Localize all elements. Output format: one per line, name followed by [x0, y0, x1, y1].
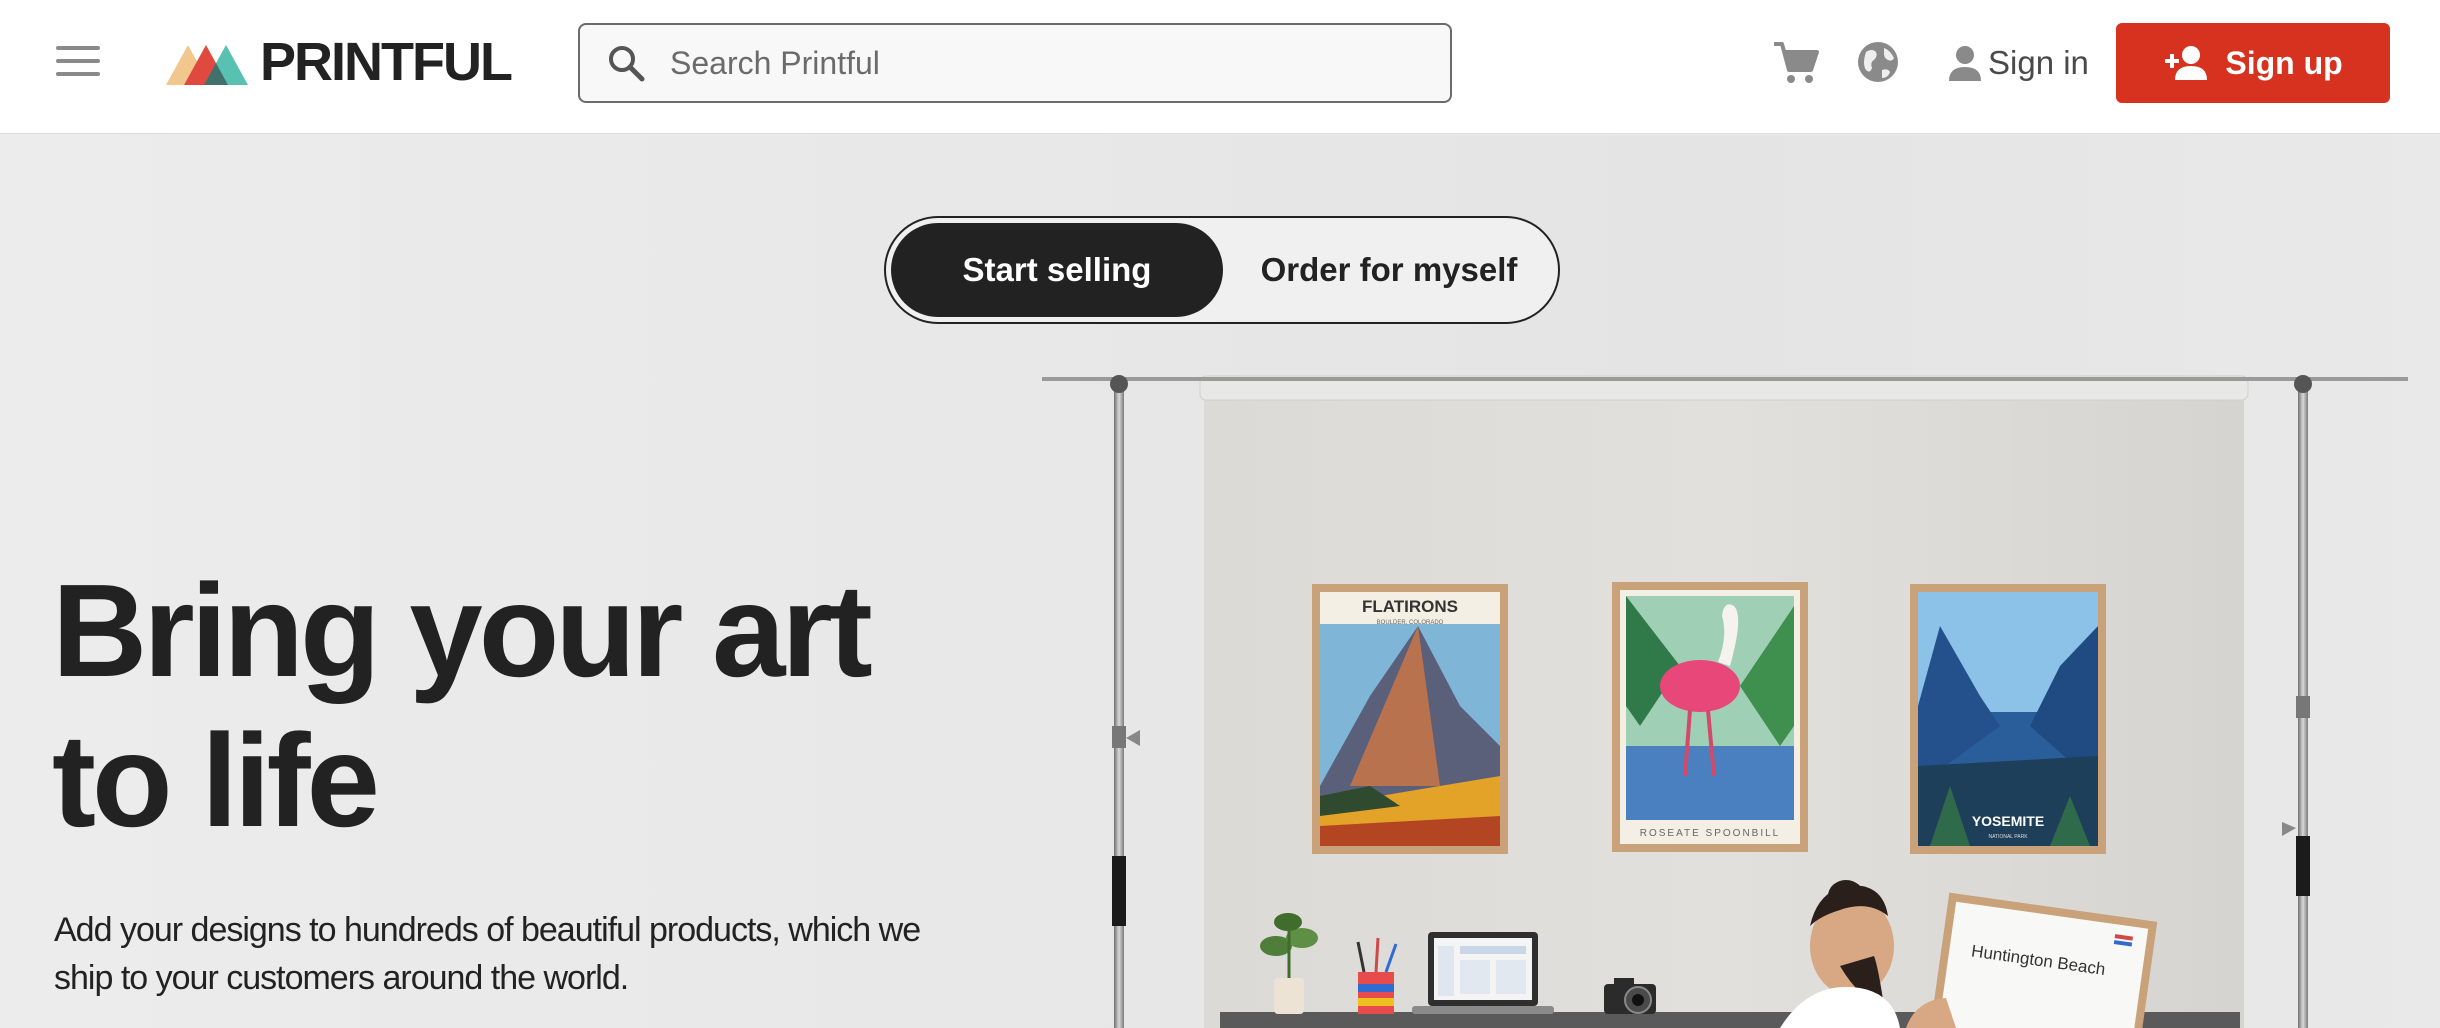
- poster-spoonbill: ROSEATE SPOONBILL: [1612, 582, 1808, 852]
- poster-yosemite: YOSEMITE NATIONAL PARK: [1910, 584, 2106, 854]
- add-user-icon: [2165, 46, 2208, 80]
- toggle-order-for-myself[interactable]: Order for myself: [1223, 223, 1555, 317]
- cart-icon[interactable]: [1772, 40, 1820, 86]
- laptop: [1412, 932, 1554, 1014]
- toggle-start-selling[interactable]: Start selling: [891, 223, 1223, 317]
- logo-mountains-icon: [166, 45, 248, 85]
- poster-spoonbill-title: ROSEATE SPOONBILL: [1640, 828, 1781, 839]
- menu-icon[interactable]: [56, 46, 100, 80]
- search-input[interactable]: [670, 44, 1430, 82]
- hero-photo: FLATIRONS BOULDER, COLORADO ROSEATE SPOO…: [1042, 375, 2408, 1028]
- poster-yosemite-subtitle: NATIONAL PARK: [1988, 834, 2028, 840]
- search-box[interactable]: [578, 23, 1452, 103]
- hero-title-line-1: Bring your art: [52, 557, 873, 704]
- hero-title-line-2: to life: [52, 707, 380, 854]
- globe-icon[interactable]: [1856, 40, 1900, 84]
- hero-subtitle: Add your designs to hundreds of beautifu…: [54, 911, 921, 997]
- hero-title: Bring your art to life: [52, 556, 952, 856]
- poster-yosemite-title: YOSEMITE: [1972, 813, 2044, 829]
- sign-up-button[interactable]: Sign up: [2116, 23, 2390, 103]
- audience-toggle: Start selling Order for myself: [884, 216, 1560, 324]
- right-light-stand: [2282, 375, 2312, 1028]
- sign-in-label: Sign in: [1988, 44, 2089, 81]
- top-navigation: PRINTFUL Sign in Sign up: [0, 0, 2440, 134]
- user-icon: [1949, 46, 1981, 81]
- sign-up-label: Sign up: [2225, 44, 2343, 81]
- left-light-stand: [1110, 375, 1140, 1028]
- poster-flatirons: FLATIRONS BOULDER, COLORADO: [1312, 584, 1508, 854]
- logo-text: PRINTFUL: [260, 32, 513, 92]
- poster-flatirons-title: FLATIRONS: [1362, 597, 1458, 616]
- poster-flatirons-subtitle: BOULDER, COLORADO: [1377, 620, 1444, 626]
- search-icon: [609, 46, 645, 82]
- printful-logo[interactable]: PRINTFUL: [166, 32, 513, 92]
- sign-in-link[interactable]: Sign in: [1946, 36, 2089, 90]
